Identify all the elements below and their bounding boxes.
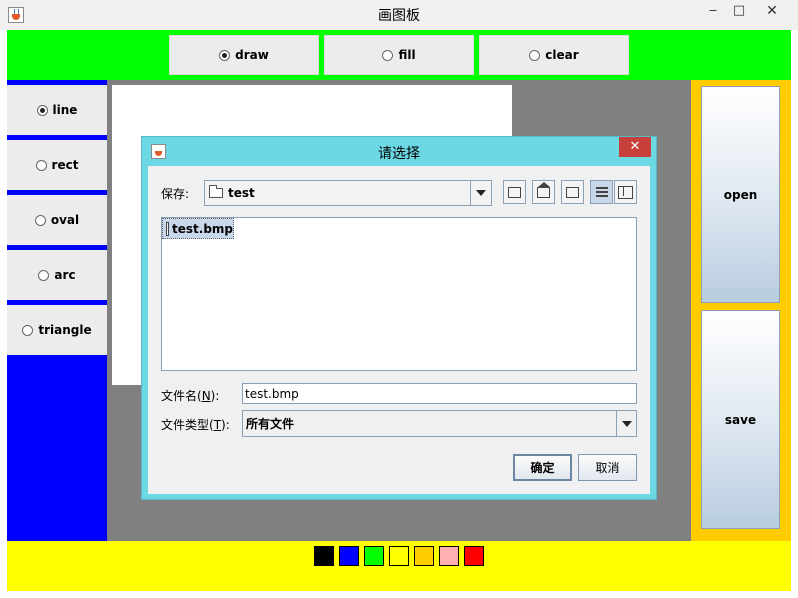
dropdown-arrow-icon xyxy=(470,181,491,205)
color-swatch-red[interactable] xyxy=(464,546,484,566)
shape-triangle-radio[interactable]: triangle xyxy=(7,305,107,355)
mode-label: draw xyxy=(235,48,269,62)
shape-label: line xyxy=(52,103,78,117)
shape-label: triangle xyxy=(38,323,92,337)
cancel-button[interactable]: 取消 xyxy=(578,454,637,481)
radio-icon xyxy=(529,49,541,61)
file-list[interactable] xyxy=(161,217,637,371)
dialog-title: 请选择 xyxy=(378,146,420,162)
shape-arc-radio[interactable]: arc xyxy=(7,250,107,300)
mode-clear-radio[interactable]: clear xyxy=(479,35,629,75)
filetype-dropdown[interactable]: 所有文件 xyxy=(242,410,637,437)
details-view-icon xyxy=(618,185,633,199)
mode-label: fill xyxy=(398,48,416,62)
mode-label: clear xyxy=(545,48,579,62)
color-swatch-orange[interactable] xyxy=(414,546,434,566)
home-icon xyxy=(537,181,550,198)
save-in-value: test xyxy=(228,186,255,200)
filename-label: 文件名(N): xyxy=(161,389,220,403)
file-list-item[interactable]: test.bmp xyxy=(162,218,234,239)
color-swatch-blue[interactable] xyxy=(339,546,359,566)
color-swatch-yellow[interactable] xyxy=(389,546,409,566)
radio-icon xyxy=(382,49,394,61)
new-folder-button[interactable] xyxy=(561,180,584,204)
radio-selected-icon xyxy=(36,104,48,116)
up-folder-icon xyxy=(508,186,521,198)
filetype-value: 所有文件 xyxy=(246,417,295,431)
filename-input[interactable] xyxy=(242,383,637,404)
shape-line-radio[interactable]: line xyxy=(7,85,107,135)
shape-label: rect xyxy=(51,158,79,172)
shape-label: arc xyxy=(54,268,76,282)
mode-draw-radio[interactable]: draw xyxy=(169,35,319,75)
file-icon xyxy=(166,221,169,236)
shape-rect-radio[interactable]: rect xyxy=(7,140,107,190)
ok-button[interactable]: 确定 xyxy=(513,454,572,481)
shape-label: oval xyxy=(50,213,80,227)
list-view-button[interactable] xyxy=(590,180,613,204)
radio-icon xyxy=(22,324,34,336)
filetype-label: 文件类型(T): xyxy=(161,418,230,432)
maximize-button[interactable]: □ xyxy=(726,2,752,22)
color-swatch-black[interactable] xyxy=(314,546,334,566)
home-button[interactable] xyxy=(532,180,555,204)
file-name: test.bmp xyxy=(172,221,233,236)
new-folder-icon xyxy=(566,186,579,198)
minimize-button[interactable]: ‒ xyxy=(700,2,726,22)
close-button[interactable]: ✕ xyxy=(752,2,792,22)
radio-icon xyxy=(34,214,46,226)
open-button[interactable]: open xyxy=(701,86,780,303)
up-one-level-button[interactable] xyxy=(503,180,526,204)
save-button[interactable]: save xyxy=(701,310,780,529)
shape-oval-radio[interactable]: oval xyxy=(7,195,107,245)
window-title: 画图板 xyxy=(378,8,420,24)
save-in-dropdown[interactable]: test xyxy=(204,180,492,206)
dialog-close-button[interactable]: ✕ xyxy=(619,137,651,157)
mode-fill-radio[interactable]: fill xyxy=(324,35,474,75)
radio-icon xyxy=(35,159,47,171)
details-view-button[interactable] xyxy=(614,180,637,204)
folder-icon xyxy=(209,185,223,198)
radio-selected-icon xyxy=(219,49,231,61)
list-view-icon xyxy=(595,186,608,198)
color-swatch-pink[interactable] xyxy=(439,546,459,566)
dropdown-arrow-icon xyxy=(616,411,636,436)
color-swatch-green[interactable] xyxy=(364,546,384,566)
save-in-label: 保存: xyxy=(161,187,190,201)
radio-icon xyxy=(38,269,50,281)
